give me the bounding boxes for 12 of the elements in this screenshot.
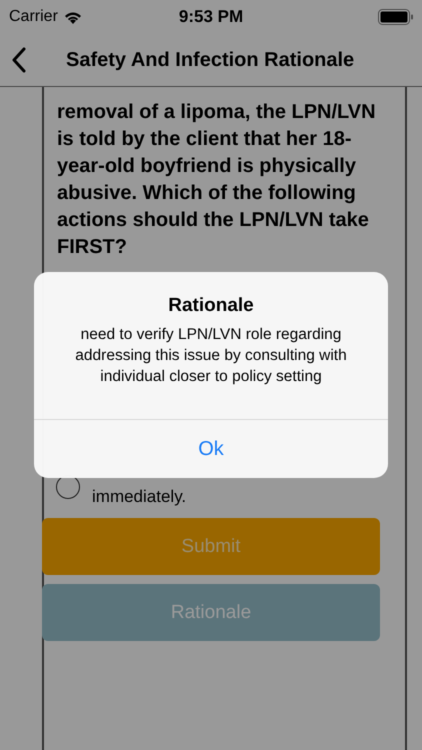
question-text: removal of a lipoma, the LPN/LVN is told by the client that her 18-year-old boyfriend is physically abusive. Which of the following actions should the LPN/LVN take FIRST? <box>57 100 377 260</box>
option-text: immediately. <box>92 486 186 507</box>
alert-title: Rationale <box>168 294 254 318</box>
rationale-button[interactable]: Rationale <box>42 584 380 641</box>
wifi-icon <box>64 10 82 24</box>
alert-message: need to verify LPN/LVN role regarding addressing this issue by consulting with individual closer to policy setting <box>74 325 348 387</box>
ok-button[interactable]: Ok <box>34 420 388 478</box>
status-time: 9:53 PM <box>178 7 244 27</box>
screen-title: Safety And Infection Rationale <box>66 48 354 72</box>
back-icon[interactable] <box>12 47 26 73</box>
submit-button[interactable]: Submit <box>42 518 380 575</box>
carrier-name: Carrier <box>9 8 58 26</box>
